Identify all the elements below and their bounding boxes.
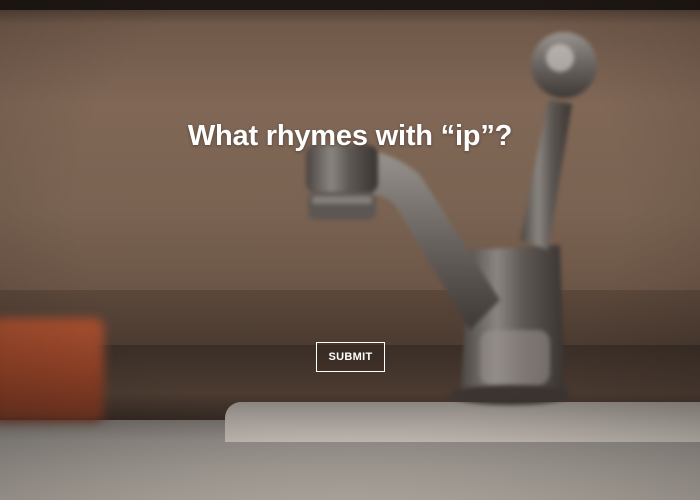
quiz-screen: What rhymes with “ip”? SUBMIT bbox=[0, 0, 700, 500]
background-photo bbox=[0, 0, 700, 500]
question-text: What rhymes with “ip”? bbox=[187, 120, 513, 152]
submit-button[interactable]: SUBMIT bbox=[316, 342, 385, 372]
background-vignette bbox=[0, 0, 700, 500]
